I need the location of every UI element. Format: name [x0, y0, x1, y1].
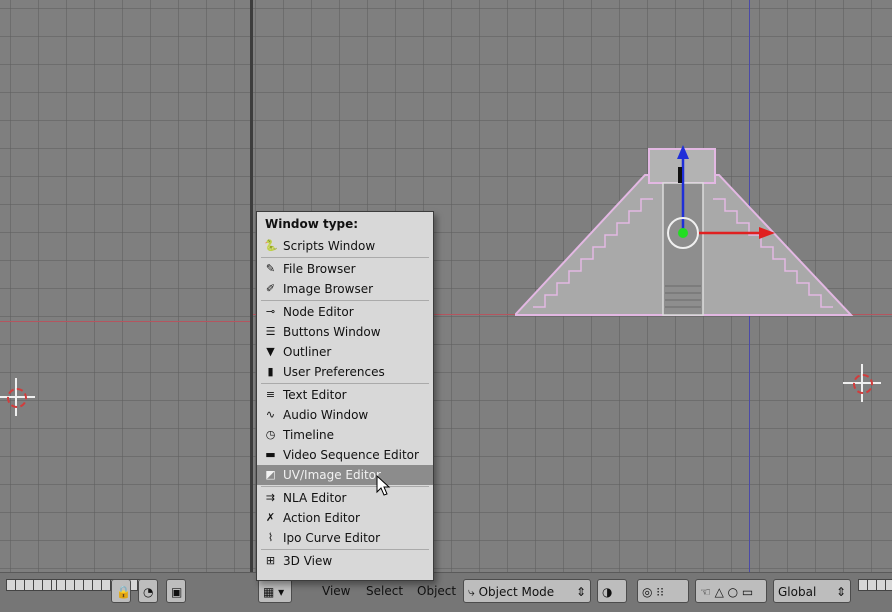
- menu-item-node-editor[interactable]: ⊸ Node Editor: [257, 302, 433, 322]
- draw-type-select[interactable]: ◑: [597, 579, 627, 603]
- 3d-view-icon: ⊞: [265, 554, 276, 567]
- menu-item-label: NLA Editor: [283, 491, 347, 505]
- ipo-curve-icon: ⌇: [267, 531, 274, 544]
- timeline-icon: ◷: [265, 428, 276, 441]
- 3d-cursor-icon: [843, 364, 881, 402]
- buttons-window-icon: ☰: [265, 325, 276, 338]
- lock-icon[interactable]: 🔒: [111, 579, 131, 603]
- node-editor-icon: ⊸: [265, 305, 276, 318]
- menu-view[interactable]: View: [322, 579, 350, 603]
- x-axis-line: [0, 321, 250, 322]
- menu-item-label: Ipo Curve Editor: [283, 531, 381, 545]
- menu-item-label: Video Sequence Editor: [283, 448, 419, 462]
- menu-item-user-preferences[interactable]: ▮ User Preferences: [257, 362, 433, 382]
- action-editor-icon: ✗: [265, 511, 276, 524]
- video-sequence-icon: ▬: [265, 448, 276, 461]
- camera-view-icon[interactable]: ▣: [166, 579, 186, 603]
- menu-item-label: 3D View: [283, 554, 333, 568]
- audio-window-icon: ∿: [265, 408, 276, 421]
- menu-item-label: Timeline: [283, 428, 335, 442]
- menu-item-label: Scripts Window: [283, 239, 376, 253]
- menu-item-file-browser[interactable]: ✎ File Browser: [257, 259, 433, 279]
- menu-item-audio-window[interactable]: ∿ Audio Window: [257, 405, 433, 425]
- menu-item-label: Action Editor: [283, 511, 360, 525]
- text-editor-icon: ≡: [265, 388, 276, 401]
- menu-item-label: File Browser: [283, 262, 356, 276]
- viewport-header: 🔒 ◔ ▣ ▦ ▾ View Select Object ⤷ Object Mo…: [0, 572, 892, 612]
- menu-item-nla-editor[interactable]: ⇉ NLA Editor: [257, 488, 433, 508]
- layer-buttons-right[interactable]: [858, 579, 892, 603]
- mouse-pointer-icon: [376, 475, 391, 496]
- menu-item-label: Node Editor: [283, 305, 354, 319]
- pivot-select[interactable]: ◎ ⁝⁝: [637, 579, 689, 603]
- mode-select-label: Object Mode: [478, 585, 555, 599]
- menu-item-label: UV/Image Editor: [283, 468, 381, 482]
- menu-item-label: Buttons Window: [283, 325, 381, 339]
- menu-item-3d-view[interactable]: ⊞ 3D View: [257, 551, 433, 571]
- orientation-select[interactable]: Global ⇕: [773, 579, 851, 603]
- mode-select[interactable]: ⤷ Object Mode ⇕: [463, 579, 591, 603]
- menu-item-ipo-curve-editor[interactable]: ⌇ Ipo Curve Editor: [257, 528, 433, 548]
- select-arrows-icon: ⇕: [575, 585, 586, 599]
- menu-item-action-editor[interactable]: ✗ Action Editor: [257, 508, 433, 528]
- menu-item-video-sequence-editor[interactable]: ▬ Video Sequence Editor: [257, 445, 433, 465]
- layer-buttons-left-2[interactable]: [56, 579, 147, 603]
- scripts-icon: 🐍: [264, 239, 278, 252]
- menu-title: Window type:: [265, 217, 359, 231]
- orientation-label: Global: [778, 585, 817, 599]
- manipulator-buttons[interactable]: ☜ △ ○ ▭: [695, 579, 767, 603]
- menu-select[interactable]: Select: [366, 579, 403, 603]
- user-preferences-icon: ▮: [267, 365, 274, 378]
- menu-item-text-editor[interactable]: ≡ Text Editor: [257, 385, 433, 405]
- menu-item-outliner[interactable]: ▼ Outliner: [257, 342, 433, 362]
- left-3d-viewport[interactable]: [0, 0, 250, 572]
- file-browser-icon: ✎: [265, 262, 276, 275]
- window-type-menu: Window type: 🐍 Scripts Window ✎ File Bro…: [256, 211, 434, 581]
- object-mode-icon: ⤷: [468, 585, 475, 599]
- outliner-icon: ▼: [266, 345, 275, 358]
- menu-item-label: Audio Window: [283, 408, 369, 422]
- window-type-button[interactable]: ▦ ▾: [258, 579, 292, 603]
- menu-item-scripts-window[interactable]: 🐍 Scripts Window: [257, 236, 433, 256]
- menu-item-label: User Preferences: [283, 365, 385, 379]
- menu-item-buttons-window[interactable]: ☰ Buttons Window: [257, 322, 433, 342]
- menu-item-label: Text Editor: [283, 388, 347, 402]
- image-browser-icon: ✐: [265, 282, 276, 295]
- render-icon[interactable]: ◔: [138, 579, 158, 603]
- uv-image-icon: ◩: [265, 468, 276, 481]
- menu-object[interactable]: Object: [417, 579, 456, 603]
- menu-item-label: Image Browser: [283, 282, 374, 296]
- menu-item-label: Outliner: [283, 345, 332, 359]
- pyramid-mesh[interactable]: [515, 145, 855, 320]
- nla-editor-icon: ⇉: [265, 491, 276, 504]
- menu-item-uv-image-editor[interactable]: ◩ UV/Image Editor: [257, 465, 433, 485]
- 3d-cursor-icon: [0, 378, 35, 416]
- select-arrows-icon: ⇕: [835, 585, 846, 599]
- menu-item-image-browser[interactable]: ✐ Image Browser: [257, 279, 433, 299]
- menu-item-timeline[interactable]: ◷ Timeline: [257, 425, 433, 445]
